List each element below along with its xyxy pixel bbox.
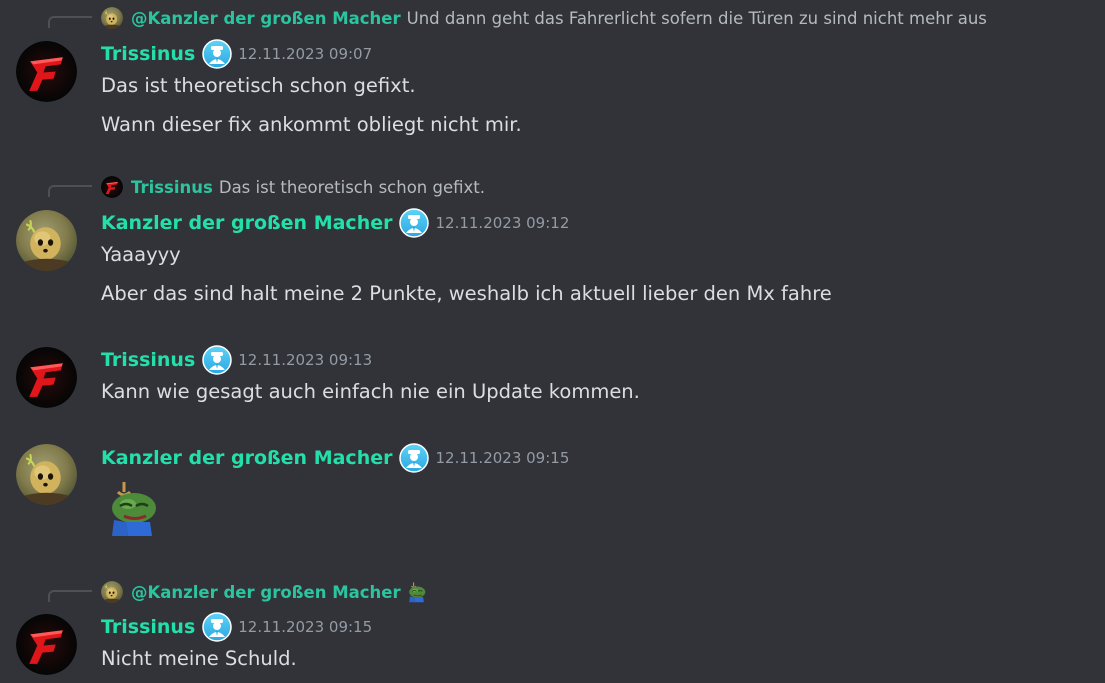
reply-preview[interactable]: Trissinus Das ist theoretisch schon gefi… [101, 176, 485, 198]
username[interactable]: Trissinus [101, 349, 195, 371]
reply-author[interactable]: @Kanzler der großen Macher [131, 9, 401, 28]
message-header: Kanzler der großen Macher 12.11.2023 09:… [101, 208, 569, 238]
red-f-logo-avatar [101, 176, 123, 198]
reply-connector [48, 16, 92, 28]
message-text: Kann wie gesagt auch einfach nie ein Upd… [101, 380, 640, 403]
reply-text: Und dann geht das Fahrerlicht sofern die… [406, 8, 987, 28]
potato-avatar[interactable] [16, 444, 77, 505]
reply-text: Das ist theoretisch schon gefixt. [218, 177, 486, 197]
username[interactable]: Kanzler der großen Macher [101, 212, 392, 234]
reply-connector [48, 185, 92, 197]
message-text: Wann dieser fix ankommt obliegt nicht mi… [101, 113, 522, 136]
reply-preview[interactable]: @Kanzler der großen Macher [101, 581, 429, 603]
timestamp: 12.11.2023 09:15 [238, 618, 373, 636]
chat-message-list: @Kanzler der großen Macher Und dann geht… [0, 0, 1105, 683]
message-text: Aber das sind halt meine 2 Punkte, wesha… [101, 282, 832, 305]
username[interactable]: Trissinus [101, 616, 195, 638]
timestamp: 12.11.2023 09:12 [435, 214, 570, 232]
role-badge-icon[interactable] [202, 39, 232, 69]
red-f-logo-avatar[interactable] [16, 347, 77, 408]
message-header: Trissinus 12.11.2023 09:15 [101, 612, 372, 642]
timestamp: 12.11.2023 09:13 [238, 351, 373, 369]
pepe-hanging-emoji[interactable] [106, 478, 166, 538]
timestamp: 12.11.2023 09:15 [435, 449, 570, 467]
username[interactable]: Trissinus [101, 43, 195, 65]
message-header: Trissinus 12.11.2023 09:13 [101, 345, 372, 375]
message-header: Trissinus 12.11.2023 09:07 [101, 39, 372, 69]
role-badge-icon[interactable] [399, 443, 429, 473]
message-text: Das ist theoretisch schon gefixt. [101, 74, 416, 97]
reply-preview[interactable]: @Kanzler der großen Macher Und dann geht… [101, 7, 987, 29]
role-badge-icon[interactable] [202, 345, 232, 375]
reply-author[interactable]: Trissinus [131, 178, 213, 197]
reply-author[interactable]: @Kanzler der großen Macher [131, 583, 401, 602]
role-badge-icon[interactable] [399, 208, 429, 238]
username[interactable]: Kanzler der großen Macher [101, 447, 392, 469]
potato-avatar[interactable] [16, 210, 77, 271]
role-badge-icon[interactable] [202, 612, 232, 642]
potato-avatar [101, 581, 123, 603]
red-f-logo-avatar[interactable] [16, 614, 77, 675]
message-header: Kanzler der großen Macher 12.11.2023 09:… [101, 443, 569, 473]
potato-avatar [101, 7, 123, 29]
message-text: Yaaayyy [101, 243, 181, 266]
reply-connector [48, 590, 92, 602]
red-f-logo-avatar[interactable] [16, 41, 77, 102]
timestamp: 12.11.2023 09:07 [238, 45, 373, 63]
pepe-hanging-emoji [407, 581, 429, 603]
message-text: Nicht meine Schuld. [101, 647, 297, 670]
